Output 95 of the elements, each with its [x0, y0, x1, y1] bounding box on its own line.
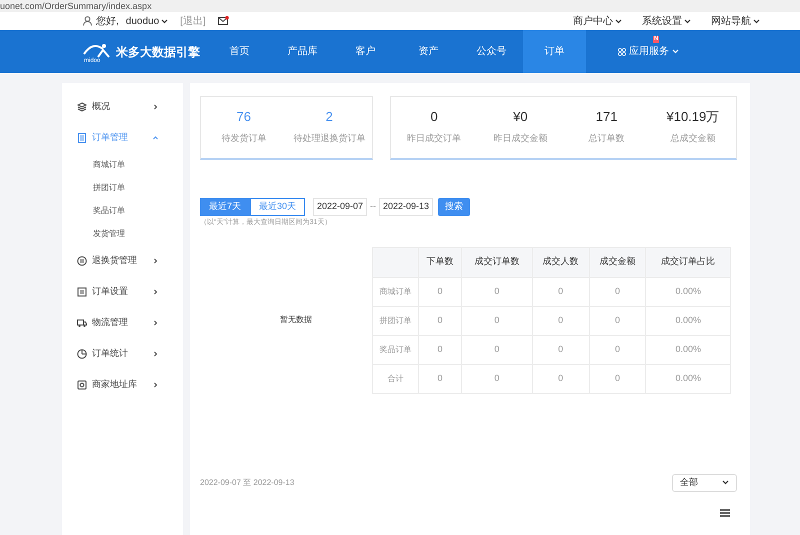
table-cell: 0	[462, 277, 532, 306]
chevron-down-icon	[753, 18, 760, 24]
chevron-right-icon	[153, 104, 158, 110]
column-header: 成交金额	[589, 247, 646, 277]
filter-select[interactable]: 全部	[672, 474, 737, 492]
chevron-down-icon	[615, 18, 622, 24]
submenu-item[interactable]: 拼团订单	[62, 176, 183, 199]
table-cell: 0.00%	[646, 277, 730, 306]
table-cell: 0	[418, 277, 462, 306]
table-cell: 0	[532, 364, 590, 393]
chevron-down-icon	[684, 18, 691, 24]
layers-icon	[77, 102, 87, 112]
nav-tab[interactable]: 资产	[397, 30, 460, 73]
table-cell: 0.00%	[646, 335, 730, 364]
nav-tab[interactable]: 产品库	[271, 30, 334, 73]
list-icon	[77, 286, 87, 296]
empty-message: 暂无数据	[280, 314, 312, 326]
table-cell: 0	[418, 364, 462, 393]
grid-icon	[618, 48, 626, 56]
table-cell: 0	[589, 277, 646, 306]
table-cell: 0	[462, 306, 532, 335]
table-cell: 0.00%	[646, 306, 730, 335]
nav-tab[interactable]: 客户	[334, 30, 397, 73]
table-cell: 0	[589, 335, 646, 364]
chevron-down-icon	[161, 18, 168, 24]
table-cell: 0	[532, 306, 590, 335]
table-cell: 0	[589, 306, 646, 335]
sidebar-item[interactable]: 物流管理	[62, 307, 183, 338]
start-date-field[interactable]: 2022-09-07	[313, 198, 368, 216]
table-cell: 合计	[372, 364, 418, 393]
stat-value: 171	[596, 110, 618, 124]
username-menu[interactable]: duoduo	[126, 14, 168, 28]
greeting-text: 您好,	[96, 14, 119, 28]
table-cell: 0	[532, 335, 590, 364]
sidebar-item[interactable]: 订单统计	[62, 338, 183, 369]
chevron-right-icon	[153, 288, 158, 294]
chevron-right-icon	[153, 350, 158, 356]
nav-tab[interactable]: 订单	[523, 30, 586, 73]
brand-name: 米多大数据引擎	[116, 44, 200, 60]
table-cell: 0	[532, 277, 590, 306]
address-icon	[77, 380, 87, 390]
stat-value: ¥10.19万	[666, 110, 720, 124]
date-range-text: 2022-09-07 至 2022-09-13	[200, 476, 294, 488]
nav-tab[interactable]: 首页	[208, 30, 271, 73]
stat-label: 昨日成交金额	[493, 132, 548, 145]
exchange-icon	[77, 256, 87, 266]
nav-tab[interactable]: 公众号	[460, 30, 523, 73]
chevron-up-icon	[153, 134, 158, 140]
table-cell: 0	[418, 306, 462, 335]
submenu-item[interactable]: 奖品订单	[62, 199, 183, 222]
stat-value: 76	[236, 110, 251, 124]
table-cell: 0	[589, 364, 646, 393]
column-header: 成交订单占比	[646, 247, 730, 277]
document-icon	[77, 132, 87, 142]
chevron-right-icon	[153, 258, 158, 264]
chevron-down-icon	[722, 480, 729, 485]
column-header: 成交订单数	[462, 247, 532, 277]
chevron-right-icon	[153, 320, 158, 326]
table-cell: 0	[418, 335, 462, 364]
table-cell: 奖品订单	[372, 335, 418, 364]
user-icon	[83, 16, 92, 26]
sidebar-item[interactable]: 概况	[62, 91, 183, 122]
sidebar-item[interactable]: 订单设置	[62, 276, 183, 307]
table-cell: 商城订单	[372, 277, 418, 306]
menu-icon[interactable]	[720, 509, 730, 517]
stat-value: 2	[326, 110, 333, 124]
mail-icon[interactable]	[218, 16, 229, 26]
submenu-item[interactable]: 发货管理	[62, 222, 183, 245]
nav-tab[interactable]: 应用服务	[618, 44, 679, 58]
stat-value: ¥0	[513, 110, 528, 124]
chevron-down-icon	[672, 49, 679, 54]
table-cell: 0	[462, 335, 532, 364]
stat-label: 待发货订单	[221, 132, 266, 145]
stat-label: 总成交金额	[670, 132, 716, 145]
stat-value: 0	[430, 110, 438, 124]
sidebar-item[interactable]: 退换货管理	[62, 245, 183, 276]
pie-chart-icon	[77, 348, 87, 358]
stat-label: 昨日成交订单	[407, 132, 462, 145]
table-cell: 0	[462, 364, 532, 393]
stat-label: 待处理退换货订单	[293, 132, 366, 145]
header-menu[interactable]: 系统设置	[642, 14, 691, 28]
url-text[interactable]: uonet.com/OrderSummary/index.aspx	[0, 0, 152, 12]
separator-text: --	[370, 200, 376, 214]
column-header: 下单数	[418, 247, 462, 277]
header-menu[interactable]: 商户中心	[573, 14, 622, 28]
header-menu[interactable]: 网站导航	[711, 14, 760, 28]
stat-label: 总订单数	[588, 132, 625, 145]
submenu-item[interactable]: 商城订单	[62, 153, 183, 176]
truck-icon	[77, 318, 87, 328]
table-cell: 0.00%	[646, 364, 730, 393]
table-cell: 拼团订单	[372, 306, 418, 335]
chevron-right-icon	[153, 382, 158, 388]
end-date-field[interactable]: 2022-09-13	[379, 198, 434, 216]
column-header: 成交人数	[532, 247, 590, 277]
sidebar-item[interactable]: 商家地址库	[62, 369, 183, 400]
